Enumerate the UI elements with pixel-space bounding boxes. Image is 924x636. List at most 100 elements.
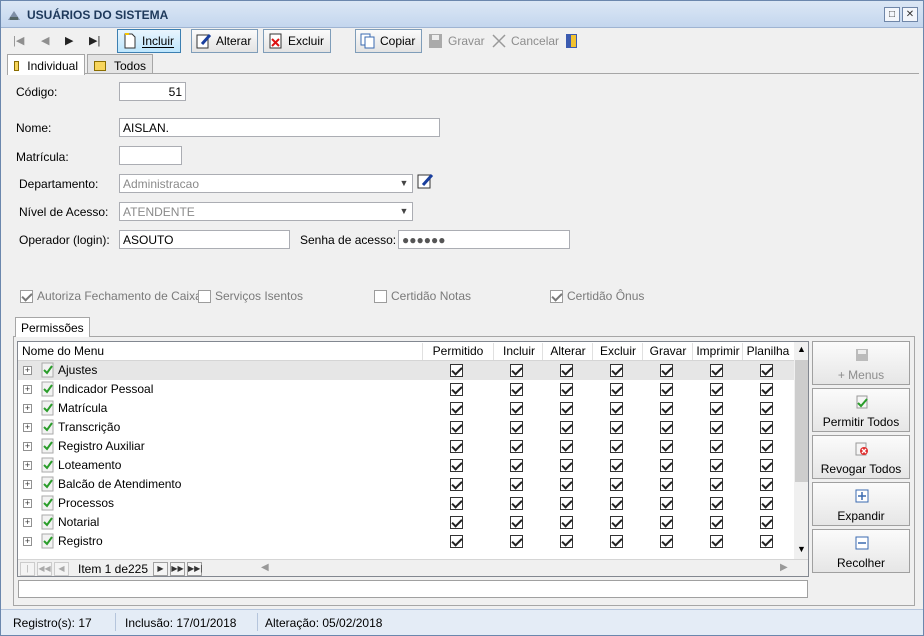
table-row[interactable]: + Processos — [18, 494, 794, 513]
permission-checkbox[interactable] — [710, 402, 723, 415]
nivel-select[interactable]: ATENDENTE ▼ — [119, 202, 413, 221]
hscroll-right-icon[interactable]: ▶ — [780, 562, 788, 573]
revogar-todos-button[interactable]: Revogar Todos — [812, 435, 910, 479]
cancelar-button[interactable]: Cancelar — [486, 29, 566, 53]
permission-checkbox[interactable] — [510, 459, 523, 472]
servicos-isentos-checkbox[interactable]: Serviços Isentos — [198, 289, 303, 303]
next-record-icon[interactable]: ▶ — [65, 34, 73, 47]
last-record-icon[interactable]: ▶| — [89, 34, 100, 47]
maximize-button[interactable]: □ — [884, 7, 900, 22]
permission-checkbox[interactable] — [450, 421, 463, 434]
table-row[interactable]: + Matrícula — [18, 399, 794, 418]
permission-checkbox[interactable] — [760, 459, 773, 472]
senha-field[interactable]: ●●●●●● — [398, 230, 570, 249]
expand-node-icon[interactable]: + — [23, 499, 32, 508]
permission-checkbox[interactable] — [450, 497, 463, 510]
permission-checkbox[interactable] — [610, 497, 623, 510]
table-row[interactable]: + Transcrição — [18, 418, 794, 437]
permission-checkbox[interactable] — [560, 478, 573, 491]
permission-checkbox[interactable] — [760, 478, 773, 491]
permission-checkbox[interactable] — [710, 478, 723, 491]
permission-checkbox[interactable] — [660, 440, 673, 453]
permission-checkbox[interactable] — [760, 421, 773, 434]
permission-checkbox[interactable] — [560, 516, 573, 529]
permission-checkbox[interactable] — [610, 421, 623, 434]
permission-checkbox[interactable] — [610, 364, 623, 377]
certidao-onus-checkbox[interactable]: Certidão Ônus — [550, 289, 644, 303]
permission-checkbox[interactable] — [560, 459, 573, 472]
permission-checkbox[interactable] — [660, 497, 673, 510]
pager-last-icon[interactable]: ▶▶| — [187, 562, 202, 576]
permission-checkbox[interactable] — [660, 459, 673, 472]
col-nome-menu[interactable]: Nome do Menu — [22, 344, 104, 358]
permission-checkbox[interactable] — [760, 535, 773, 548]
permission-checkbox[interactable] — [510, 440, 523, 453]
edit-departamento-icon[interactable] — [417, 173, 434, 190]
permission-checkbox[interactable] — [760, 516, 773, 529]
permission-checkbox[interactable] — [660, 478, 673, 491]
expand-node-icon[interactable]: + — [23, 480, 32, 489]
permission-checkbox[interactable] — [760, 364, 773, 377]
scroll-up-icon[interactable]: ▲ — [797, 344, 806, 354]
tab-permissoes[interactable]: Permissões — [15, 317, 90, 337]
pager-prev-page-icon[interactable]: ◀◀ — [37, 562, 52, 576]
permission-checkbox[interactable] — [760, 497, 773, 510]
permission-checkbox[interactable] — [610, 459, 623, 472]
permission-checkbox[interactable] — [610, 478, 623, 491]
permission-checkbox[interactable] — [450, 516, 463, 529]
nome-field[interactable]: AISLAN. — [119, 118, 440, 137]
permission-checkbox[interactable] — [710, 421, 723, 434]
permission-checkbox[interactable] — [510, 421, 523, 434]
expand-node-icon[interactable]: + — [23, 404, 32, 413]
expand-node-icon[interactable]: + — [23, 385, 32, 394]
table-row[interactable]: + Registro — [18, 532, 794, 551]
permission-checkbox[interactable] — [710, 497, 723, 510]
permission-checkbox[interactable] — [450, 402, 463, 415]
operador-field[interactable]: ASOUTO — [119, 230, 290, 249]
permission-checkbox[interactable] — [450, 478, 463, 491]
permission-checkbox[interactable] — [560, 440, 573, 453]
permission-checkbox[interactable] — [560, 421, 573, 434]
permission-checkbox[interactable] — [760, 440, 773, 453]
permission-checkbox[interactable] — [610, 383, 623, 396]
vertical-scrollbar[interactable]: ▲ ▼ — [794, 342, 808, 560]
col-planilha[interactable]: Planilha — [743, 344, 793, 358]
departamento-select[interactable]: Administracao ▼ — [119, 174, 413, 193]
exit-door-icon[interactable] — [564, 33, 580, 49]
close-button[interactable]: ✕ — [902, 7, 918, 22]
first-record-icon[interactable]: |◀ — [13, 34, 24, 47]
pager-next-icon[interactable]: ▶ — [153, 562, 168, 576]
menus-button[interactable]: + Menus — [812, 341, 910, 385]
table-row[interactable]: + Registro Auxiliar — [18, 437, 794, 456]
col-gravar[interactable]: Gravar — [643, 344, 693, 358]
col-imprimir[interactable]: Imprimir — [693, 344, 743, 358]
scroll-down-icon[interactable]: ▼ — [797, 544, 806, 554]
permission-checkbox[interactable] — [450, 383, 463, 396]
certidao-notas-checkbox[interactable]: Certidão Notas — [374, 289, 471, 303]
recolher-button[interactable]: Recolher — [812, 529, 910, 573]
expandir-button[interactable]: Expandir — [812, 482, 910, 526]
scroll-thumb[interactable] — [795, 360, 808, 482]
alterar-button[interactable]: Alterar — [191, 29, 259, 53]
table-row[interactable]: + Notarial — [18, 513, 794, 532]
permission-checkbox[interactable] — [510, 364, 523, 377]
autoriza-fechamento-checkbox[interactable]: Autoriza Fechamento de Caixa — [20, 289, 202, 303]
permission-checkbox[interactable] — [710, 383, 723, 396]
permission-checkbox[interactable] — [660, 535, 673, 548]
permission-checkbox[interactable] — [450, 364, 463, 377]
col-incluir[interactable]: Incluir — [494, 344, 544, 358]
col-permitido[interactable]: Permitido — [423, 344, 493, 358]
permission-checkbox[interactable] — [610, 516, 623, 529]
permitir-todos-button[interactable]: Permitir Todos — [812, 388, 910, 432]
permission-checkbox[interactable] — [560, 402, 573, 415]
pager-first-icon[interactable]: |◀◀ — [20, 562, 35, 576]
table-row[interactable]: + Ajustes — [18, 361, 794, 380]
permission-checkbox[interactable] — [760, 383, 773, 396]
pager-next-page-icon[interactable]: ▶▶ — [170, 562, 185, 576]
expand-node-icon[interactable]: + — [23, 442, 32, 451]
permission-checkbox[interactable] — [710, 535, 723, 548]
permission-checkbox[interactable] — [510, 497, 523, 510]
permission-checkbox[interactable] — [510, 402, 523, 415]
permission-checkbox[interactable] — [710, 459, 723, 472]
permission-checkbox[interactable] — [660, 421, 673, 434]
